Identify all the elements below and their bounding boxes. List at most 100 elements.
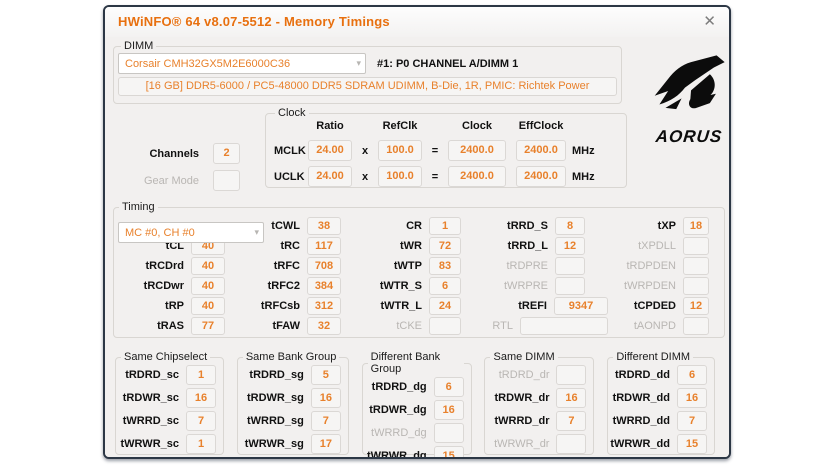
timing-value-twrpden — [683, 277, 709, 295]
timing-value-cr: 1 — [429, 217, 461, 235]
turnaround-row-twrwr_sc: tWRWR_sc1 — [118, 434, 216, 454]
group-same-chipselect: Same Chipselect tRDRD_sc1 tRDWR_sc16 tWRRD_… — [115, 351, 224, 455]
timing-value-txp: 18 — [683, 217, 709, 235]
timing-row-trdpden: tRDPDEN — [608, 257, 709, 275]
timing-row-txp: tXP18 — [608, 217, 709, 235]
timing-label-twtr_s: tWTR_S — [341, 280, 429, 292]
timing-label-trp: tRP — [116, 300, 191, 312]
timing-value-tcwl: 38 — [307, 217, 341, 235]
clock-header-spacer — [422, 120, 448, 135]
timing-value-trcdwr: 40 — [191, 277, 225, 295]
turnaround-value-twrwr_sg: 17 — [311, 434, 341, 454]
turnaround-row-trdwr_sc: tRDWR_sc16 — [118, 388, 216, 408]
turnaround-row-trdrd_dd: tRDRD_dd6 — [610, 365, 707, 385]
timing-label-tras: tRAS — [116, 320, 191, 332]
timing-row-tfaw: tFAW32 — [225, 317, 341, 335]
aorus-logo: AORUS — [650, 53, 728, 147]
turnaround-label-twrrd_dd: tWRRD_dd — [610, 415, 677, 427]
ratio-value-uclk: 24.00 — [308, 166, 352, 187]
turnaround-label-twrwr_dr: tWRWR_dr — [487, 438, 556, 450]
dimm-module-select[interactable]: Corsair CMH32GX5M2E6000C36 ▾ — [118, 53, 366, 74]
turnaround-row-twrrd_dr: tWRRD_dr7 — [487, 411, 586, 431]
timing-row-rtl: RTL — [461, 317, 608, 335]
timing-value-txpdll — [683, 237, 709, 255]
timing-label-trfcsb: tRFCsb — [225, 300, 307, 312]
turnaround-row-trdrd_dg: tRDRD_dg6 — [365, 377, 464, 397]
turnaround-row-trdwr_sg: tRDWR_sg16 — [240, 388, 341, 408]
timing-row-tcke: tCKE — [341, 317, 461, 335]
timing-row-twtr_l: tWTR_L24 — [341, 297, 461, 315]
turnaround-value-trdrd_sg: 5 — [311, 365, 341, 385]
effclock-value-uclk: 2400.0 — [516, 166, 566, 187]
turnaround-row-twrwr_dg: tWRWR_dg15 — [365, 446, 464, 459]
close-icon[interactable]: ✕ — [703, 12, 716, 32]
timing-channel-select[interactable]: MC #0, CH #0 ▾ — [118, 222, 264, 243]
timing-row-trefi: tREFI9347 — [461, 297, 608, 315]
timing-row-twr: tWR72 — [341, 237, 461, 255]
group-legend-different-bank-group: Different Bank Group — [368, 351, 464, 375]
refclk-value-mclk: 100.0 — [378, 140, 422, 161]
clock-group-legend: Clock — [275, 107, 309, 119]
timing-group: Timing MC #0, CH #0 ▾ tCL40tRCDrd40tRCDw… — [113, 201, 725, 338]
turnaround-label-twrwr_dd: tWRWR_dd — [610, 438, 677, 450]
aorus-logo-text: AORUS — [649, 127, 729, 147]
field-value-channels: 2 — [213, 143, 240, 164]
turnaround-label-trdrd_dd: tRDRD_dd — [610, 369, 677, 381]
turnaround-value-twrwr_dd: 15 — [677, 434, 707, 454]
timing-label-trdpre: tRDPRE — [461, 260, 555, 272]
timing-value-trrd_l: 12 — [555, 237, 585, 255]
timing-label-twr: tWR — [341, 240, 429, 252]
turnaround-value-twrrd_dr: 7 — [556, 411, 586, 431]
group-legend-same-dimm: Same DIMM — [490, 351, 557, 363]
turnaround-label-trdwr_dr: tRDWR_dr — [487, 392, 556, 404]
timing-label-tcpded: tCPDED — [608, 300, 683, 312]
timing-label-trrd_s: tRRD_S — [461, 220, 555, 232]
clock-header-spacer — [272, 120, 308, 135]
clock-row-label-uclk: UCLK — [272, 171, 308, 183]
clock-header-ratio: Ratio — [308, 120, 352, 135]
multiply-sign: x — [352, 145, 378, 157]
group-legend-different-dimm: Different DIMM — [613, 351, 693, 363]
turnaround-label-twrrd_dr: tWRRD_dr — [487, 415, 556, 427]
field-gear-mode: Gear Mode — [141, 170, 240, 191]
timing-label-trrd_l: tRRD_L — [461, 240, 555, 252]
turnaround-label-twrwr_sg: tWRWR_sg — [240, 438, 311, 450]
timing-value-trfc: 708 — [307, 257, 341, 275]
turnaround-value-twrwr_dg: 15 — [434, 446, 464, 459]
clock-unit-uclk: MHz — [566, 171, 596, 183]
timing-value-twrpre — [555, 277, 585, 295]
turnaround-row-trdrd_sg: tRDRD_sg5 — [240, 365, 341, 385]
timing-value-twtp: 83 — [429, 257, 461, 275]
timing-label-twrpre: tWRPRE — [461, 280, 555, 292]
group-legend-same-chipselect: Same Chipselect — [121, 351, 210, 363]
timing-column-3: CR1tWR72tWTP83tWTR_S6tWTR_L24tCKE — [341, 217, 461, 337]
timing-value-trdpre — [555, 257, 585, 275]
group-same-dimm: Same DIMMtRDRD_drtRDWR_dr16tWRRD_dr7tWRW… — [484, 351, 594, 455]
timing-label-tfaw: tFAW — [225, 320, 307, 332]
turnaround-value-twrrd_sc: 7 — [186, 411, 216, 431]
timing-label-txp: tXP — [608, 220, 683, 232]
turnaround-label-twrwr_sc: tWRWR_sc — [118, 438, 186, 450]
timing-row-cr: CR1 — [341, 217, 461, 235]
turnaround-row-trdwr_dr: tRDWR_dr16 — [487, 388, 586, 408]
dimm-row: Corsair CMH32GX5M2E6000C36 ▾ #1: P0 CHAN… — [118, 52, 617, 75]
aorus-falcon-icon — [652, 53, 726, 125]
turnaround-row-trdwr_dd: tRDWR_dd16 — [610, 388, 707, 408]
clock-header-spacer — [566, 120, 596, 135]
turnaround-row-twrrd_dg: tWRRD_dg — [365, 423, 464, 443]
title-bar[interactable]: HWiNFO® 64 v8.07-5512 - Memory Timings ✕ — [105, 7, 729, 37]
field-channels: Channels2 — [141, 143, 240, 164]
ratio-value-mclk: 24.00 — [308, 140, 352, 161]
equals-sign: = — [422, 171, 448, 183]
timing-label-twtr_l: tWTR_L — [341, 300, 429, 312]
turnaround-label-twrwr_dg: tWRWR_dg — [365, 450, 434, 459]
timing-label-trcdrd: tRCDrd — [116, 260, 191, 272]
turnaround-row-trdrd_sc: tRDRD_sc1 — [118, 365, 216, 385]
timing-label-txpdll: tXPDLL — [608, 240, 683, 252]
timing-value-twtr_l: 24 — [429, 297, 461, 315]
turnaround-label-trdwr_sg: tRDWR_sg — [240, 392, 311, 404]
timing-label-trfc2: tRFC2 — [225, 280, 307, 292]
turnaround-value-twrrd_sg: 7 — [311, 411, 341, 431]
turnaround-label-twrrd_sc: tWRRD_sc — [118, 415, 186, 427]
clock-grid: RatioRefClkClockEffClockMCLK24.00x100.0=… — [272, 120, 626, 187]
